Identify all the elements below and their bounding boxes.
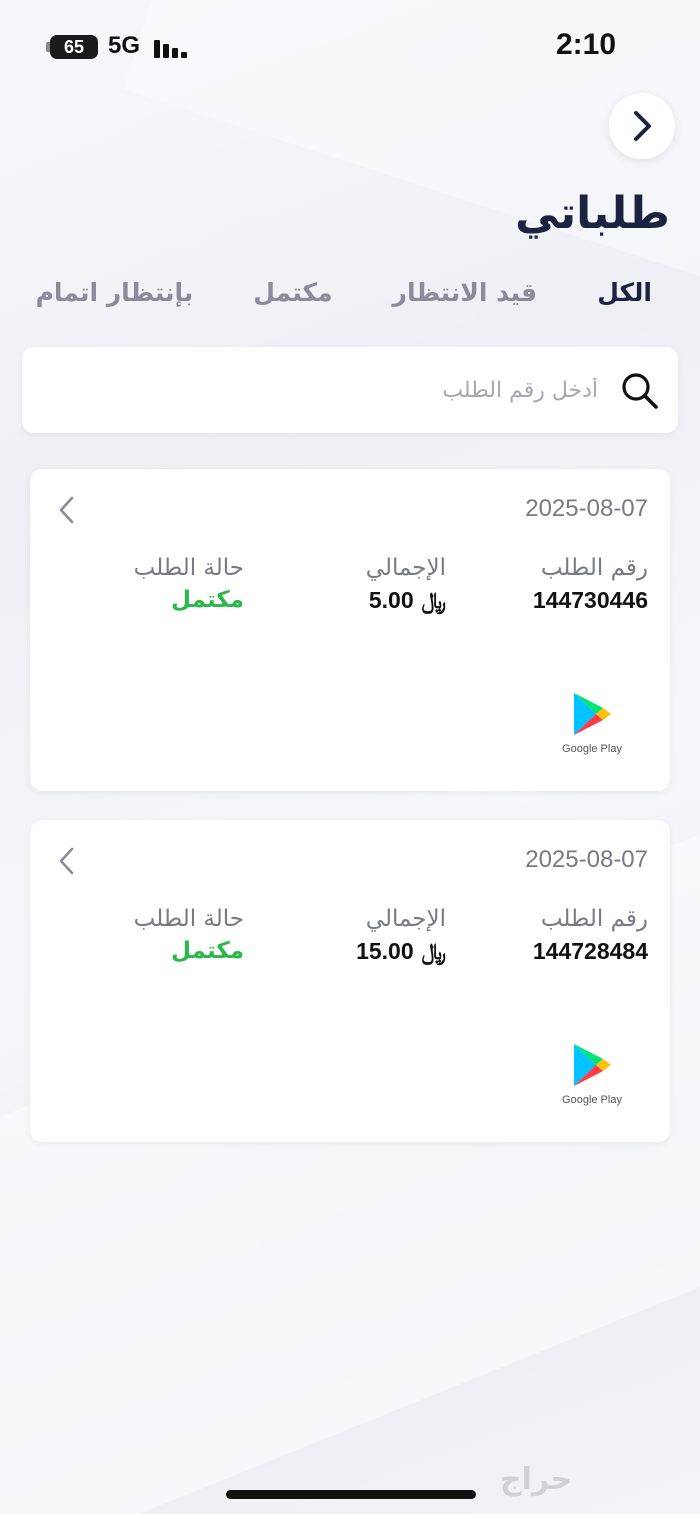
status-label: حالة الطلب xyxy=(133,906,244,932)
chevron-left-icon[interactable] xyxy=(56,846,78,876)
total-value: 5.00 xyxy=(368,587,414,613)
status-badge: مكتمل xyxy=(171,587,244,613)
order-card[interactable]: 2025-08-07 رقم الطلب 144730446 الإجمالي … xyxy=(30,469,670,791)
order-number-label: رقم الطلب xyxy=(540,555,648,581)
provider-logo: Google Play xyxy=(562,1042,622,1106)
tab-all[interactable]: الكل xyxy=(597,278,652,307)
tab-completed[interactable]: مكتمل xyxy=(253,278,332,307)
status-bar: 65 5G 2:10 xyxy=(0,0,700,90)
provider-name: Google Play xyxy=(562,1094,622,1106)
search-bar xyxy=(22,347,678,433)
order-number: 144730446 xyxy=(532,587,648,613)
order-number-group: رقم الطلب 144730446 xyxy=(533,555,648,614)
status-label: حالة الطلب xyxy=(133,555,244,581)
google-play-icon xyxy=(574,693,611,735)
order-number-label: رقم الطلب xyxy=(540,906,648,932)
tab-pending[interactable]: قيد الانتظار xyxy=(393,278,538,307)
chevron-left-icon[interactable] xyxy=(56,495,78,525)
total-group: الإجمالي ﷼ 5.00 xyxy=(366,555,446,614)
provider-logo: Google Play xyxy=(562,691,622,755)
status-group: حالة الطلب مكتمل xyxy=(134,555,244,613)
currency-icon: ﷼ xyxy=(421,589,446,614)
provider-name: Google Play xyxy=(562,743,622,755)
total-group: الإجمالي ﷼ 15.00 xyxy=(356,906,446,965)
back-button[interactable] xyxy=(609,93,675,159)
home-indicator[interactable] xyxy=(226,1490,476,1499)
clock: 2:10 xyxy=(555,28,616,61)
order-date: 2025-08-07 xyxy=(525,495,648,522)
battery-indicator: 65 xyxy=(50,35,98,59)
order-date: 2025-08-07 xyxy=(525,846,648,873)
total-label: الإجمالي xyxy=(365,555,446,581)
order-number: 144728484 xyxy=(532,938,648,964)
total-label: الإجمالي xyxy=(365,906,446,932)
tab-awaiting-completion[interactable]: بإنتظار اتمام xyxy=(36,278,194,307)
order-number-group: رقم الطلب 144728484 xyxy=(533,906,648,965)
search-input[interactable] xyxy=(58,347,598,433)
status-badge: مكتمل xyxy=(171,938,244,964)
watermark-logo: حراج xyxy=(500,1462,573,1497)
chevron-right-icon xyxy=(634,111,651,141)
page-title: طلباتي xyxy=(515,188,670,239)
tab-bar: الكل قيد الانتظار مكتمل بإنتظار اتمام xyxy=(36,278,652,307)
status-group: حالة الطلب مكتمل xyxy=(134,906,244,964)
total-value-row: ﷼ 15.00 xyxy=(356,938,446,965)
network-type: 5G xyxy=(108,32,141,59)
google-play-icon xyxy=(574,1044,611,1086)
signal-icon xyxy=(154,36,190,58)
currency-icon: ﷼ xyxy=(421,940,446,965)
total-value-row: ﷼ 5.00 xyxy=(366,587,446,614)
total-value: 15.00 xyxy=(356,938,414,964)
order-card[interactable]: 2025-08-07 رقم الطلب 144728484 الإجمالي … xyxy=(30,820,670,1142)
search-icon[interactable] xyxy=(620,371,660,411)
